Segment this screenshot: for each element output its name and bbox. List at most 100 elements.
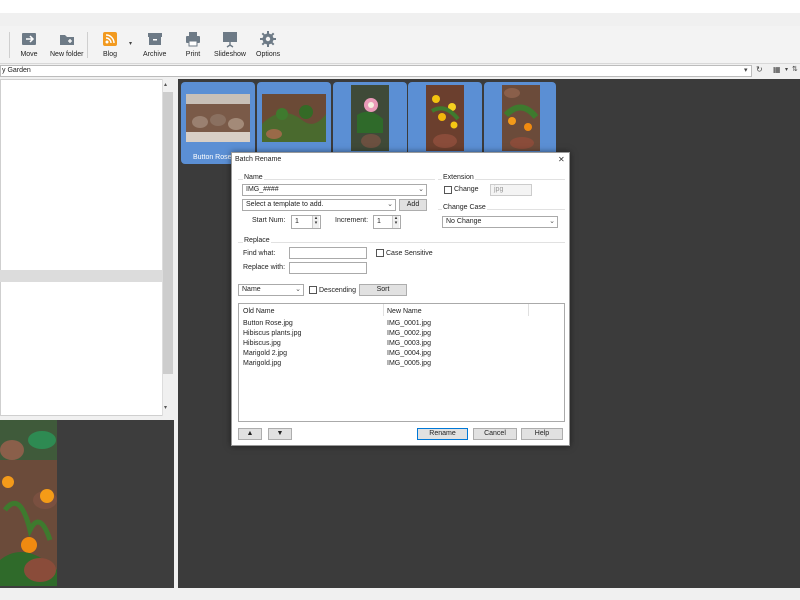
increment-input[interactable]: 1 ▴ ▾: [373, 215, 401, 229]
extension-value: jpg: [494, 186, 504, 193]
column-divider[interactable]: [383, 304, 384, 316]
scroll-up-arrow-icon[interactable]: ▴: [164, 81, 167, 88]
folder-tree-pane[interactable]: [0, 79, 174, 416]
table-row-old[interactable]: Marigold 2.jpg: [243, 350, 287, 357]
folder-icon: [59, 35, 74, 45]
move-button[interactable]: Move: [20, 30, 38, 58]
column-header-new-name[interactable]: New Name: [387, 308, 422, 315]
template-placeholder: Select a template to add.: [246, 201, 324, 208]
increment-spinner[interactable]: ▴ ▾: [392, 216, 399, 228]
table-row-new[interactable]: IMG_0001.jpg: [387, 320, 431, 327]
view-dropdown-icon[interactable]: ▾: [785, 66, 788, 73]
name-pattern-value: IMG_####: [246, 186, 279, 193]
scroll-down-arrow-icon[interactable]: ▾: [164, 404, 167, 411]
sort-by-select[interactable]: Name ⌄: [238, 284, 304, 296]
add-template-button[interactable]: Add: [399, 199, 427, 211]
preview-image: [0, 420, 57, 586]
sort-by-value: Name: [242, 286, 261, 293]
toolbar-separator: [9, 32, 10, 58]
dialog-title: Batch Rename: [235, 156, 282, 163]
descending-checkbox[interactable]: [309, 286, 317, 294]
address-text: y Garden: [2, 67, 31, 74]
find-what-input[interactable]: [289, 247, 367, 259]
column-divider[interactable]: [528, 304, 529, 316]
new-folder-button[interactable]: New folder: [50, 30, 83, 58]
window-top-strip: [0, 0, 800, 13]
table-row-old[interactable]: Hibiscus plants.jpg: [243, 330, 301, 337]
table-row-new[interactable]: IMG_0005.jpg: [387, 360, 431, 367]
blog-button[interactable]: Blog: [101, 30, 119, 58]
increment-label: Increment:: [335, 217, 369, 224]
table-row-old[interactable]: Marigold.jpg: [243, 360, 281, 367]
change-case-group-label: Change Case: [442, 204, 487, 211]
chevron-down-icon: ⌄: [418, 186, 424, 193]
rename-preview-list[interactable]: Old Name New Name Button Rose.jpg IMG_00…: [238, 303, 565, 422]
batch-rename-dialog: Batch Rename ✕ Name IMG_#### ⌄ Select a t…: [231, 152, 570, 446]
case-sensitive-checkbox[interactable]: [376, 249, 384, 257]
find-what-label: Find what:: [243, 250, 276, 257]
table-row-new[interactable]: IMG_0002.jpg: [387, 330, 431, 337]
name-group-line: [238, 179, 435, 180]
extension-group-label: Extension: [442, 174, 475, 181]
dialog-close-button[interactable]: ✕: [558, 155, 565, 164]
archive-icon: [147, 33, 162, 45]
view-grid-icon[interactable]: ▦: [773, 65, 781, 74]
sort-icon[interactable]: ⇅: [792, 65, 798, 73]
thumbnail-image: [351, 85, 389, 151]
address-input[interactable]: y Garden: [0, 65, 752, 77]
name-pattern-select[interactable]: IMG_#### ⌄: [242, 184, 427, 196]
print-label: Print: [185, 51, 201, 58]
address-dropdown-icon[interactable]: ▾: [744, 66, 748, 74]
blog-dropdown-arrow-icon[interactable]: ▾: [129, 40, 132, 47]
thumbnail-image: [426, 85, 464, 151]
increment-value: 1: [377, 218, 381, 225]
move-up-button[interactable]: ▲: [238, 428, 262, 440]
options-button[interactable]: Options: [256, 30, 280, 58]
replace-group-line: [238, 242, 565, 243]
template-select[interactable]: Select a template to add. ⌄: [242, 199, 396, 211]
chevron-down-icon: ⌄: [549, 218, 555, 225]
start-num-value: 1: [295, 218, 299, 225]
folder-tree-scroll-thumb[interactable]: [163, 92, 173, 374]
chevron-down-icon: ⌄: [387, 201, 393, 208]
gear-icon: [260, 31, 277, 47]
blog-label: Blog: [102, 51, 117, 58]
table-row-new[interactable]: IMG_0003.jpg: [387, 340, 431, 347]
slideshow-button[interactable]: Slideshow: [214, 30, 246, 58]
slideshow-label: Slideshow: [214, 51, 246, 58]
start-num-input[interactable]: 1 ▴ ▾: [291, 215, 321, 229]
sort-button[interactable]: Sort: [359, 284, 407, 296]
case-sensitive-label: Case Sensitive: [386, 250, 433, 257]
rename-button[interactable]: Rename: [417, 428, 468, 440]
replace-with-label: Replace with:: [243, 264, 286, 271]
name-group-label: Name: [243, 174, 264, 181]
options-label: Options: [256, 51, 281, 58]
change-extension-checkbox[interactable]: [444, 186, 452, 194]
start-num-label: Start Num:: [252, 217, 286, 224]
help-button[interactable]: Help: [521, 428, 563, 440]
replace-group-label: Replace: [243, 237, 271, 244]
change-case-value: No Change: [446, 218, 482, 225]
thumbnail-image: [502, 85, 540, 151]
move-down-button[interactable]: ▼: [268, 428, 292, 440]
archive-button[interactable]: Archive: [143, 30, 166, 58]
table-row-old[interactable]: Button Rose.jpg: [243, 320, 293, 327]
refresh-icon[interactable]: ↻: [756, 65, 763, 74]
start-num-spinner[interactable]: ▴ ▾: [312, 216, 319, 228]
table-row-new[interactable]: IMG_0004.jpg: [387, 350, 431, 357]
rss-icon: [103, 32, 117, 46]
thumbnail-label: Button Rose: [193, 154, 232, 161]
replace-with-input[interactable]: [289, 262, 367, 274]
cancel-button[interactable]: Cancel: [473, 428, 517, 440]
chevron-down-icon: ⌄: [295, 286, 301, 293]
change-case-select[interactable]: No Change ⌄: [442, 216, 558, 228]
print-button[interactable]: Print: [184, 30, 202, 58]
extension-input[interactable]: jpg: [490, 184, 532, 196]
column-header-old-name[interactable]: Old Name: [243, 308, 275, 315]
change-extension-label: Change: [454, 186, 479, 193]
table-row-old[interactable]: Hibiscus.jpg: [243, 340, 281, 347]
toolbar-separator: [87, 32, 88, 58]
thumbnail-image: [186, 94, 250, 142]
move-icon: [22, 33, 36, 45]
folder-tree-selected-row[interactable]: [0, 270, 162, 282]
